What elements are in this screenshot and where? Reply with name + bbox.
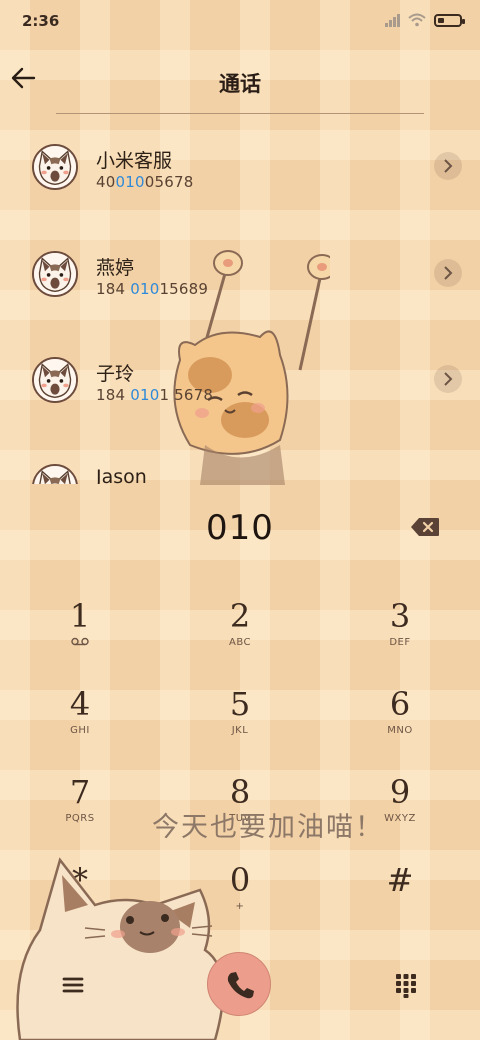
status-time: 2:36 xyxy=(22,12,60,30)
key-letters: ABC xyxy=(228,637,251,648)
dialed-number: 010 xyxy=(206,508,274,548)
key-letters: TUV xyxy=(229,813,251,824)
key-2[interactable]: 2 ABC xyxy=(180,598,300,678)
contact-number: 4001005678 xyxy=(96,173,194,191)
key-digit: 5 xyxy=(229,685,251,723)
key-digit: 1 xyxy=(69,597,91,635)
dialpad-icon[interactable] xyxy=(394,972,418,998)
avatar xyxy=(32,144,78,190)
key-digit: 9 xyxy=(389,773,411,811)
key-5[interactable]: 5 JKL xyxy=(180,686,300,766)
key-letters: MNO xyxy=(387,725,413,736)
phone-icon xyxy=(227,972,254,999)
contact-name: 子玲 xyxy=(96,363,135,385)
header: 通话 xyxy=(0,56,480,106)
contact-row[interactable]: 燕婷 184 01015689 xyxy=(0,227,480,333)
key-letters: + xyxy=(235,901,245,912)
key-9[interactable]: 9 WXYZ xyxy=(340,774,460,854)
key-letters: WXYZ xyxy=(384,813,416,824)
key-digit: 6 xyxy=(389,685,411,723)
key-digit: * xyxy=(72,861,88,899)
page-title: 通话 xyxy=(219,72,261,96)
key-letters: JKL xyxy=(231,725,249,736)
key-7[interactable]: 7 PQRS xyxy=(20,774,140,854)
battery-icon xyxy=(434,13,465,27)
contact-row[interactable]: Jason xyxy=(0,440,480,484)
voicemail-icon xyxy=(20,637,140,649)
chevron-right-icon[interactable] xyxy=(434,365,462,393)
key-digit: 4 xyxy=(69,685,91,723)
status-icons xyxy=(385,13,465,27)
backspace-icon[interactable] xyxy=(410,517,440,537)
avatar xyxy=(32,357,78,403)
contact-name: Jason xyxy=(96,466,147,484)
key-letters: PQRS xyxy=(65,813,95,824)
key-4[interactable]: 4 GHI xyxy=(20,686,140,766)
wifi-icon xyxy=(408,13,426,27)
key-digit: 8 xyxy=(229,773,251,811)
header-divider xyxy=(56,113,424,114)
contact-name: 燕婷 xyxy=(96,257,135,279)
key-digit: 3 xyxy=(389,597,411,635)
contact-list: 小米客服 4001005678 燕婷 184 01015689 子玲 184 0… xyxy=(0,120,480,484)
key-digit: # xyxy=(386,861,414,899)
key-3[interactable]: 3 DEF xyxy=(340,598,460,678)
key-star[interactable]: * , xyxy=(20,862,140,942)
key-0[interactable]: 0 + xyxy=(180,862,300,942)
signal-icon xyxy=(385,13,400,27)
key-1[interactable]: 1 xyxy=(20,598,140,678)
avatar xyxy=(32,464,78,484)
contact-row[interactable]: 小米客服 4001005678 xyxy=(0,120,480,226)
key-6[interactable]: 6 MNO xyxy=(340,686,460,766)
dial-display: 010 xyxy=(0,500,480,560)
status-bar: 2:36 xyxy=(0,0,480,44)
contact-number: 184 01015689 xyxy=(96,280,209,298)
bottom-action-bar xyxy=(0,950,480,1020)
key-letters: GHI xyxy=(70,725,90,736)
call-button[interactable] xyxy=(207,952,271,1016)
contact-row[interactable]: 子玲 184 0101 5678 xyxy=(0,333,480,439)
key-digit: 0 xyxy=(229,861,251,899)
key-digit: 7 xyxy=(69,773,91,811)
chevron-right-icon[interactable] xyxy=(434,152,462,180)
menu-icon[interactable] xyxy=(60,972,86,998)
contact-number: 184 0101 5678 xyxy=(96,386,214,404)
key-8[interactable]: 8 TUV xyxy=(180,774,300,854)
key-letters: , xyxy=(78,901,82,912)
chevron-right-icon[interactable] xyxy=(434,259,462,287)
avatar xyxy=(32,251,78,297)
key-letters: DEF xyxy=(389,637,411,648)
key-digit: 2 xyxy=(229,597,251,635)
contact-name: 小米客服 xyxy=(96,150,173,172)
key-hash[interactable]: # xyxy=(340,862,460,942)
